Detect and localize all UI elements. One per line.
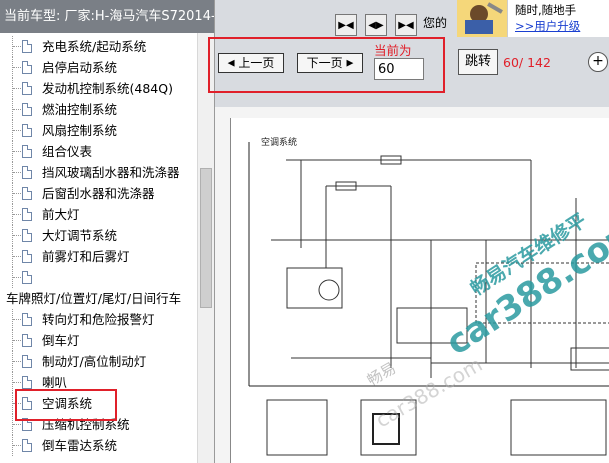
tree-item-label: 转向灯和危险报警灯	[42, 312, 155, 327]
tree-item-label: 前大灯	[42, 207, 80, 222]
tree-item[interactable]: 转向灯和危险报警灯	[0, 309, 197, 330]
tree-guide-line	[13, 88, 21, 89]
tree-item[interactable]: 倒车灯	[0, 330, 197, 351]
tree-guide-line	[13, 130, 21, 131]
tree-item-label: 大灯调节系统	[42, 228, 118, 243]
tree-item-label: 倒车雷达系统	[42, 438, 118, 453]
tree-guide-line	[13, 151, 21, 152]
tree-item[interactable]: 组合仪表	[0, 141, 197, 162]
document-icon	[22, 40, 32, 53]
document-icon	[22, 313, 32, 326]
document-icon	[22, 124, 32, 137]
tree-guide-line	[13, 445, 21, 446]
tree-item[interactable]: 前大灯	[0, 204, 197, 225]
tree-item-label: 倒车灯	[42, 333, 80, 348]
document-icon	[22, 82, 32, 95]
watermark-side: 畅易	[364, 359, 399, 390]
document-icon	[22, 187, 32, 200]
vehicle-model-header: 当前车型: 厂家:H-海马汽车S72014-	[0, 0, 214, 33]
tree-guide-line	[13, 109, 21, 110]
document-icon	[22, 208, 32, 221]
document-icon	[22, 376, 32, 389]
diagram-title: 空调系统	[261, 136, 297, 148]
document-icon	[22, 334, 32, 347]
tree-guide-line	[13, 172, 21, 173]
tree-item[interactable]: 启停启动系统	[0, 57, 197, 78]
tree-item[interactable]: 燃油控制系统	[0, 99, 197, 120]
tree-item-label: 挡风玻璃刮水器和洗涤器	[42, 165, 180, 180]
tree-item-label: 组合仪表	[42, 144, 93, 159]
mechanic-logo-icon	[457, 0, 508, 37]
document-icon	[22, 355, 32, 368]
tree-item[interactable]: 前雾灯和后雾灯	[0, 246, 197, 267]
upgrade-link[interactable]: >>用户升级	[515, 18, 580, 34]
tree-guide-line	[13, 193, 21, 194]
ad-banner[interactable]: 随时,随地手 >>用户升级	[457, 0, 609, 37]
tree-item-label: 车牌照灯/位置灯/尾灯/日间行车	[6, 291, 182, 306]
tree-scrollbar[interactable]	[197, 33, 214, 463]
tree-guide-line	[13, 361, 21, 362]
jump-button[interactable]: 跳转	[458, 49, 498, 75]
ad-line-1: 随时,随地手	[515, 3, 577, 17]
selected-item-highlight	[15, 389, 117, 421]
panel-toggle-icon[interactable]: ▶◀	[395, 14, 417, 36]
tree-guide-line	[13, 382, 21, 383]
tree-item[interactable]: 车牌照灯/位置灯/尾灯/日间行车	[0, 288, 197, 309]
tree-guide-line	[13, 67, 21, 68]
tree-guide-line	[13, 256, 21, 257]
tree-item-label: 充电系统/起动系统	[42, 39, 147, 54]
tree-item[interactable]	[0, 267, 197, 288]
document-icon	[22, 229, 32, 242]
expand-icon[interactable]: ◀▶	[365, 14, 387, 36]
tree-item[interactable]: 发动机控制系统(484Q)	[0, 78, 197, 99]
tree-item-label: 燃油控制系统	[42, 102, 118, 117]
tree-guide-line	[13, 235, 21, 236]
tree-item-label: 前雾灯和后雾灯	[42, 249, 130, 264]
tree-guide-line	[13, 214, 21, 215]
document-icon	[22, 250, 32, 263]
tree-item-label: 后窗刮水器和洗涤器	[42, 186, 155, 201]
tree-item[interactable]: 制动灯/高位制动灯	[0, 351, 197, 372]
tree-guide-line	[13, 340, 21, 341]
tree-item[interactable]: 倒车雷达系统	[0, 435, 197, 456]
document-icon	[22, 145, 32, 158]
page-controls-highlight	[208, 37, 445, 93]
document-icon	[22, 439, 32, 452]
wiring-diagram-page: 空调系统 畅易汽车维修平 car388.com 畅易 car388.com	[230, 118, 609, 463]
zoom-in-button[interactable]: +	[588, 52, 608, 72]
tree-item[interactable]: 大灯调节系统	[0, 225, 197, 246]
document-icon	[22, 271, 32, 284]
tree-item[interactable]: 挡风玻璃刮水器和洗涤器	[0, 162, 197, 183]
page-count: 60/ 142	[503, 55, 551, 70]
tree-item[interactable]: 后窗刮水器和洗涤器	[0, 183, 197, 204]
collapse-left-icon[interactable]: ▶◀	[335, 14, 357, 36]
tree-guide-line	[13, 319, 21, 320]
wiring-diagram: 空调系统 畅易汽车维修平 car388.com 畅易 car388.com	[248, 136, 609, 456]
tree-item-label: 发动机控制系统(484Q)	[42, 81, 173, 96]
tree-item-label: 风扇控制系统	[42, 123, 118, 138]
tree-item[interactable]: 充电系统/起动系统	[0, 36, 197, 57]
document-icon	[22, 166, 32, 179]
tree-guide-line	[13, 277, 21, 278]
tree-guide-line	[13, 424, 21, 425]
hint-text: 您的	[423, 16, 448, 30]
tree-item[interactable]: 风扇控制系统	[0, 120, 197, 141]
document-icon	[22, 61, 32, 74]
tree-item-label: 启停启动系统	[42, 60, 118, 75]
scroll-thumb[interactable]	[200, 168, 212, 308]
tree-guide-line	[13, 46, 21, 47]
tree-item-label: 制动灯/高位制动灯	[42, 354, 147, 369]
document-icon	[22, 103, 32, 116]
